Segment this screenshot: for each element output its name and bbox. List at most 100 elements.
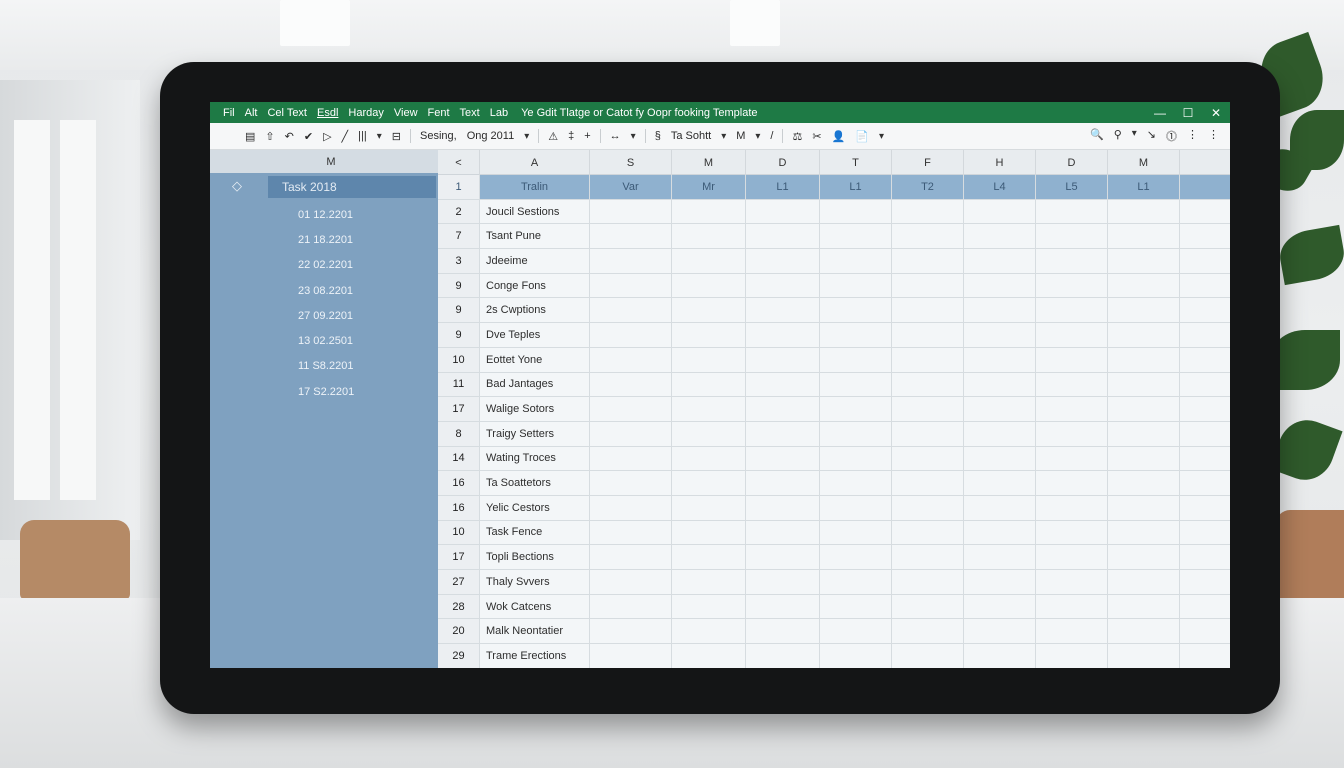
grid-cell[interactable] xyxy=(672,298,746,323)
grid-cell[interactable] xyxy=(892,619,964,644)
row-number[interactable]: 17 xyxy=(438,397,480,421)
grid-cell[interactable] xyxy=(672,545,746,569)
grid-cell[interactable] xyxy=(1108,545,1180,569)
grid-cell[interactable] xyxy=(590,273,672,298)
grid-cell[interactable] xyxy=(1108,298,1180,323)
row-number[interactable]: 16 xyxy=(438,495,480,520)
grid-cell[interactable] xyxy=(1180,595,1230,619)
grid-cell[interactable] xyxy=(820,421,892,446)
grid-cell[interactable] xyxy=(672,273,746,298)
grid-cell[interactable] xyxy=(590,644,672,668)
close-icon[interactable]: ✕ xyxy=(1202,106,1230,120)
grid-cell[interactable] xyxy=(746,397,820,421)
sidebar-item[interactable]: 13 02.2501 xyxy=(210,328,438,353)
grid-cell[interactable] xyxy=(590,298,672,323)
font-dropdown[interactable]: Ong 2011 xyxy=(462,130,520,142)
grid-cell[interactable] xyxy=(1036,520,1108,545)
grid-cell[interactable] xyxy=(1108,570,1180,594)
merge-icon[interactable]: M xyxy=(731,130,750,142)
task-name-cell[interactable]: Wok Catcens xyxy=(480,594,590,619)
document-icon[interactable]: 📄 xyxy=(850,130,874,143)
grid-cell[interactable] xyxy=(820,323,892,347)
grid-cell[interactable] xyxy=(1036,347,1108,372)
row-number[interactable]: 9 xyxy=(438,323,480,347)
grid-cell[interactable] xyxy=(820,347,892,372)
column-header[interactable]: M xyxy=(1108,150,1180,175)
grid-cell[interactable] xyxy=(1108,372,1180,397)
grid-cell[interactable] xyxy=(892,495,964,520)
grid-cell[interactable] xyxy=(964,347,1036,372)
grid-cell[interactable] xyxy=(892,372,964,397)
task-name-cell[interactable]: Joucil Sestions xyxy=(480,199,590,224)
grid-cell[interactable] xyxy=(746,273,820,298)
grid-cell[interactable] xyxy=(746,446,820,471)
grid-cell[interactable] xyxy=(590,594,672,619)
column-header[interactable]: M xyxy=(672,150,746,175)
grid-cell[interactable] xyxy=(590,570,672,594)
grid-cell[interactable] xyxy=(672,199,746,224)
marker-icon[interactable]: ‡ xyxy=(563,130,579,142)
header-cell[interactable]: L1 xyxy=(746,175,820,199)
grid-cell[interactable] xyxy=(1180,471,1230,495)
grid-cell[interactable] xyxy=(1108,273,1180,298)
grid-cell[interactable] xyxy=(1036,224,1108,249)
grid-cell[interactable] xyxy=(1108,644,1180,668)
grid-cell[interactable] xyxy=(1180,397,1230,421)
table-style-dropdown[interactable]: Ta Sohtt xyxy=(666,130,716,142)
grid-cell[interactable] xyxy=(1036,545,1108,569)
grid-cell[interactable] xyxy=(590,495,672,520)
grid-cell[interactable] xyxy=(892,273,964,298)
task-name-cell[interactable]: Dve Teples xyxy=(480,323,590,347)
header-cell[interactable]: L5 xyxy=(1036,175,1108,199)
clock-icon[interactable]: ⓵ xyxy=(1161,128,1182,144)
grid-cell[interactable] xyxy=(1180,570,1230,594)
menu-cell-text[interactable]: Cel Text xyxy=(262,107,312,119)
sort-icon[interactable]: ↘ xyxy=(1142,128,1161,144)
row-number[interactable]: 7 xyxy=(438,224,480,249)
grid-cell[interactable] xyxy=(820,545,892,569)
grid-cell[interactable] xyxy=(1180,644,1230,668)
grid-icon[interactable]: ▤ xyxy=(240,130,260,143)
grid-cell[interactable] xyxy=(964,520,1036,545)
row-number[interactable]: 14 xyxy=(438,446,480,471)
grid-cell[interactable] xyxy=(892,249,964,273)
user-icon[interactable]: 👤 xyxy=(827,130,851,143)
task-name-cell[interactable]: Trame Erections xyxy=(480,644,590,668)
grid-cell[interactable] xyxy=(672,446,746,471)
grid-cell[interactable] xyxy=(1108,619,1180,644)
grid-cell[interactable] xyxy=(672,347,746,372)
grid-cell[interactable] xyxy=(892,545,964,569)
pen-icon[interactable]: ╱ xyxy=(337,130,354,143)
task-name-cell[interactable]: Traigy Setters xyxy=(480,421,590,446)
search-icon[interactable]: 🔍 xyxy=(1085,128,1109,144)
task-name-cell[interactable]: Wating Troces xyxy=(480,446,590,471)
sidebar-item[interactable]: 17 S2.2201 xyxy=(210,379,438,404)
grid-cell[interactable] xyxy=(1180,200,1230,224)
column-header[interactable]: H xyxy=(964,150,1036,175)
columns-icon[interactable]: ||| xyxy=(353,130,372,142)
grid-cell[interactable] xyxy=(1036,298,1108,323)
resize-icon[interactable]: ↔ xyxy=(605,130,626,142)
menu-harday[interactable]: Harday xyxy=(343,107,388,119)
grid-cell[interactable] xyxy=(892,323,964,347)
grid-cell[interactable] xyxy=(590,545,672,569)
grid-cell[interactable] xyxy=(1180,274,1230,298)
grid-cell[interactable] xyxy=(964,199,1036,224)
grid-cell[interactable] xyxy=(672,323,746,347)
grid-cell[interactable] xyxy=(964,446,1036,471)
row-number[interactable]: 1 xyxy=(438,175,480,199)
grid-cell[interactable] xyxy=(1036,644,1108,668)
header-cell[interactable]: T2 xyxy=(892,175,964,199)
row-number[interactable]: 16 xyxy=(438,471,480,495)
chevron-down-icon[interactable]: ▾ xyxy=(372,131,387,142)
task-name-cell[interactable]: Bad Jantages xyxy=(480,372,590,397)
row-number[interactable]: 11 xyxy=(438,372,480,397)
more-icon[interactable]: ⋮ xyxy=(1182,128,1203,144)
grid-cell[interactable] xyxy=(1036,323,1108,347)
grid-cell[interactable] xyxy=(964,545,1036,569)
diamond-icon[interactable]: ◇ xyxy=(232,178,242,194)
column-header[interactable]: D xyxy=(746,150,820,175)
grid-cell[interactable] xyxy=(964,644,1036,668)
grid-cell[interactable] xyxy=(892,347,964,372)
grid-cell[interactable] xyxy=(746,199,820,224)
